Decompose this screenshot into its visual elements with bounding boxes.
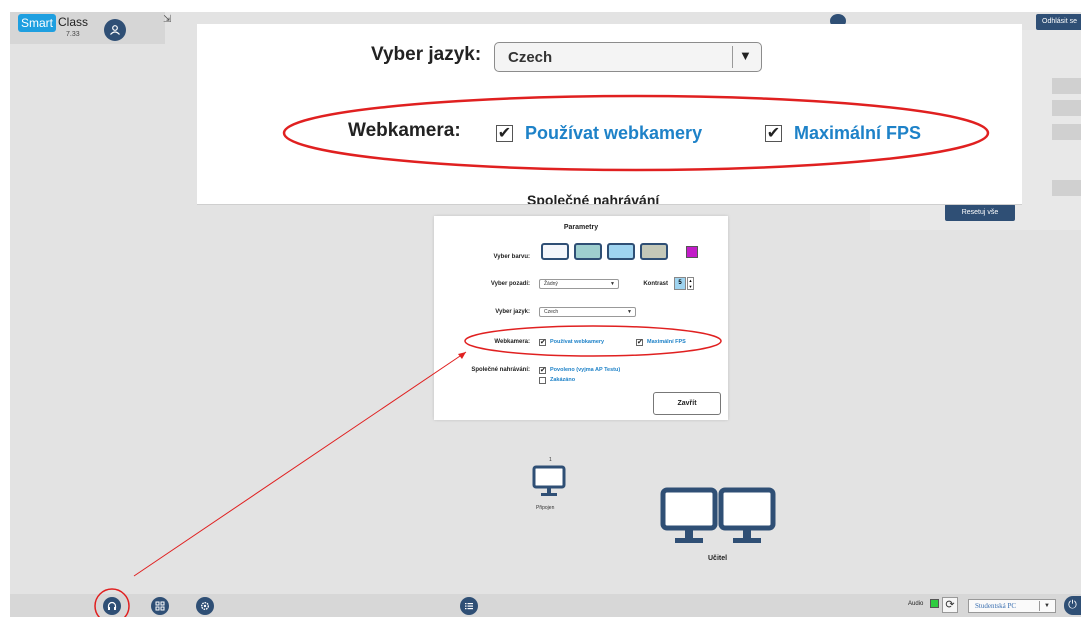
student-pc-number: 1 [549,457,552,463]
recording-forbidden-label[interactable]: Zakázáno [550,377,575,383]
dropdown-arrow-icon: ▼ [1044,603,1050,609]
recording-allowed-label[interactable]: Povoleno (vyjma AP Testu) [550,367,620,373]
mouse-cursor-icon: ⇲ [163,14,172,25]
reset-all-button[interactable]: Resetuj vše [945,204,1015,221]
close-button[interactable]: Zavřít [653,392,721,415]
recording-allowed-checkbox[interactable]: ✔ [539,367,546,374]
recording-forbidden-checkbox[interactable] [539,377,546,384]
dropdown-arrow-icon: ▼ [627,309,632,315]
teacher-label: Učitel [708,555,728,562]
recording-label: Společné nahrávání: [471,367,530,373]
contrast-input[interactable]: 5 [674,277,686,290]
side-panel-item[interactable] [1052,100,1081,116]
zoom-max-fps-label[interactable]: Maximální FPS [794,123,921,144]
student-pc-select[interactable]: Studentská PC ▼ [968,599,1056,613]
dropdown-arrow-icon: ▼ [739,48,752,63]
list-menu-icon[interactable] [460,597,478,615]
language-label: Vyber jazyk: [495,309,530,315]
color-swatch-teal[interactable] [574,243,602,260]
accent-color-swatch[interactable] [686,246,698,258]
headphones-icon[interactable] [103,597,121,615]
side-panel-item[interactable] [1052,180,1081,196]
logo-text-smart: Smart [21,16,54,30]
logout-button[interactable]: Odhlásit se [1036,14,1081,30]
student-pc-status: Připojen [536,505,555,511]
logo: Smart [18,14,56,32]
zoom-use-webcams-checkbox[interactable]: ✔ [496,125,513,142]
dropdown-arrow-icon: ▼ [610,281,615,287]
use-webcams-checkbox[interactable]: ✔ [539,339,546,346]
background-label: Vyber pozadí: [490,281,530,287]
webcam-label: Webkamera: [494,339,530,345]
language-value: Czech [544,309,559,315]
student-pc-icon[interactable] [532,465,574,510]
side-panel-item[interactable] [1052,78,1081,94]
zoom-cut-off-text: Společné nahrávání [527,192,660,205]
teacher-pc-icon[interactable] [660,487,782,556]
refresh-icon[interactable]: ⟳ [942,597,958,613]
audio-status-indicator [930,599,939,608]
gear-icon[interactable] [196,597,214,615]
zoom-language-label: Vyber jazyk: [371,44,482,65]
side-panel-item[interactable] [1052,124,1081,140]
dialog-title: Parametry [563,224,599,231]
pc-select-value: Studentská PC [975,602,1017,610]
zoom-language-select[interactable]: Czech ▼ [494,42,762,72]
zoom-max-fps-checkbox[interactable]: ✔ [765,125,782,142]
audio-label: Audio [908,601,924,607]
max-fps-label[interactable]: Maximální FPS [647,339,686,345]
max-fps-checkbox[interactable]: ✔ [636,339,643,346]
background-select[interactable]: Žádný ▼ [539,279,619,289]
select-divider [1039,601,1040,611]
zoom-webcam-label: Webkamera: [348,120,461,141]
zoomed-detail-panel: Vyber jazyk: Czech ▼ Webkamera: ✔ Použív… [197,24,1022,205]
language-select[interactable]: Czech ▼ [539,307,636,317]
color-swatch-gray[interactable] [640,243,668,260]
use-webcams-label[interactable]: Používat webkamery [550,339,604,345]
app-version: 7.33 [66,31,80,38]
background-value: Žádný [544,281,558,287]
color-swatch-white[interactable] [541,243,569,260]
power-icon[interactable]: ⏻ [1064,596,1081,615]
contrast-stepper[interactable]: ▲ ▼ [687,277,694,290]
logo-text-class: Class [58,15,89,29]
color-label: Vyber barvu: [493,254,530,260]
user-icon[interactable] [104,19,126,41]
select-divider [732,46,733,68]
zoom-use-webcams-label[interactable]: Používat webkamery [525,123,702,144]
contrast-label: Kontrast [643,281,668,287]
grid-view-icon[interactable] [151,597,169,615]
zoom-language-value: Czech [508,49,553,66]
color-swatch-blue[interactable] [607,243,635,260]
